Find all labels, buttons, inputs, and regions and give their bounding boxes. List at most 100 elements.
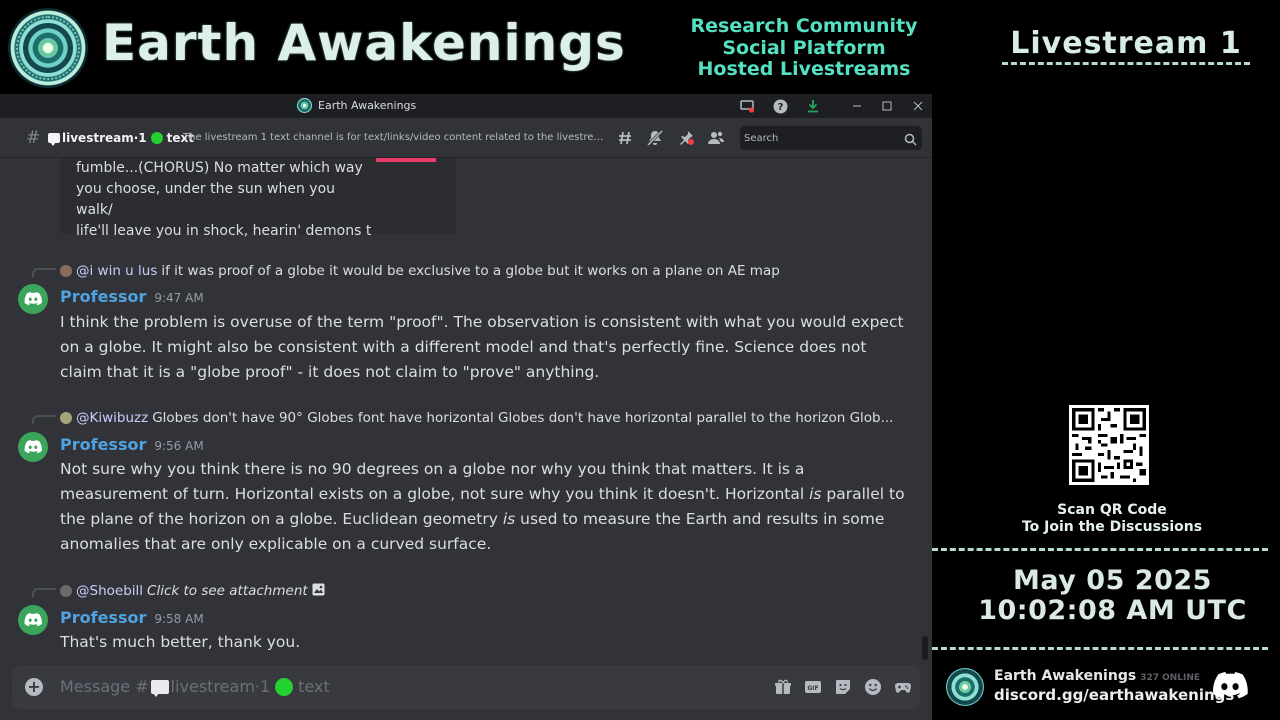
search-bar[interactable] xyxy=(740,126,922,150)
gif-icon[interactable]: GIF xyxy=(804,678,822,696)
reply-mention[interactable]: @Shoebill xyxy=(76,583,143,599)
tagline-social: Social Platform xyxy=(722,36,886,59)
search-icon xyxy=(904,131,917,150)
author-name[interactable]: Professor xyxy=(60,435,146,454)
qr-caption-line-2: To Join the Discussions xyxy=(1021,519,1203,535)
speech-bubble-icon xyxy=(48,133,60,146)
date-divider-bottom xyxy=(932,647,1268,650)
avatar[interactable] xyxy=(18,432,48,462)
close-icon[interactable] xyxy=(909,97,927,115)
gift-icon[interactable] xyxy=(774,678,792,696)
reply-spine xyxy=(32,415,56,424)
image-icon xyxy=(312,583,325,600)
svg-text:?: ? xyxy=(777,102,783,113)
avatar[interactable] xyxy=(18,284,48,314)
search-input[interactable] xyxy=(744,129,894,147)
message-author: Professor 9:47 AM xyxy=(60,287,204,306)
author-name[interactable]: Professor xyxy=(60,287,146,306)
placeholder-channel: livestream·1 xyxy=(170,677,271,696)
channel-topic[interactable]: The livestream 1 text channel is for tex… xyxy=(183,132,607,143)
tagline-research: Research Community xyxy=(690,15,918,37)
reply-spine xyxy=(32,588,56,597)
reply-spine xyxy=(32,268,56,277)
window-title-text: Earth Awakenings xyxy=(318,99,417,112)
message-timestamp: 9:47 AM xyxy=(154,291,204,305)
embed-description: fumble...(CHORUS) No matter which way yo… xyxy=(76,158,376,242)
invite-link[interactable]: discord.gg/earthawakenings xyxy=(994,686,1234,704)
title-bar: Earth Awakenings ? xyxy=(0,94,932,118)
message-content: Not sure why you think there is no 90 de… xyxy=(60,457,910,557)
message-composer[interactable]: + Message # livestream·1 text GIF xyxy=(12,665,920,709)
emoji-icon[interactable] xyxy=(864,678,882,696)
reply-mention[interactable]: @i win u lus xyxy=(76,263,157,279)
date-divider-top xyxy=(932,548,1268,551)
server-icon xyxy=(946,668,984,706)
discord-logo-icon xyxy=(1212,672,1248,704)
embed-media-bar xyxy=(376,158,436,162)
mute-icon[interactable] xyxy=(645,128,665,148)
embed-line: fumble...(CHORUS) No matter which way xyxy=(76,160,363,176)
message-input[interactable]: Message # livestream·1 text xyxy=(60,677,330,697)
reply-text: Globes don't have 90° Globes font have h… xyxy=(152,410,894,426)
app-icon xyxy=(297,98,312,113)
message-author: Professor 9:58 AM xyxy=(60,608,204,627)
brand-title: Earth Awakenings xyxy=(102,14,626,72)
message-author: Professor 9:56 AM xyxy=(60,435,204,454)
green-circle-icon xyxy=(275,677,294,696)
sticker-icon[interactable] xyxy=(834,678,852,696)
discord-window: Earth Awakenings ? # livestream·1 text T… xyxy=(0,94,932,720)
message-emphasis: is xyxy=(502,510,516,528)
message-content: I think the problem is overuse of the te… xyxy=(60,313,904,381)
help-icon[interactable]: ? xyxy=(771,97,789,115)
activities-icon[interactable] xyxy=(894,678,912,696)
embed-card: fumble...(CHORUS) No matter which way yo… xyxy=(60,158,456,239)
embed-line: you choose, under the sun when you walk/ xyxy=(76,181,336,218)
qr-caption: Scan QR Code To Join the Discussions xyxy=(1000,502,1224,536)
reply-text: if it was proof of a globe it would be e… xyxy=(161,263,780,279)
window-title: Earth Awakenings xyxy=(297,98,416,113)
reply-avatar xyxy=(60,265,72,277)
scrollbar-thumb[interactable] xyxy=(922,636,928,660)
reply-avatar xyxy=(60,585,72,597)
screen-share-icon[interactable] xyxy=(738,97,756,115)
download-icon[interactable] xyxy=(804,97,822,115)
reply-reference[interactable]: @Shoebill Click to see attachment xyxy=(60,582,325,600)
reply-reference[interactable]: @Kiwibuzz Globes don't have 90° Globes f… xyxy=(60,409,896,427)
speech-bubble-icon xyxy=(150,679,169,697)
reply-mention[interactable]: @Kiwibuzz xyxy=(76,410,148,426)
placeholder-prefix: Message # xyxy=(60,677,149,696)
taglines: Research Community Social Platform Hoste… xyxy=(660,15,948,81)
author-name[interactable]: Professor xyxy=(60,608,146,627)
pin-icon[interactable] xyxy=(676,128,696,148)
threads-icon[interactable] xyxy=(615,128,635,148)
tagline-livestreams: Hosted Livestreams xyxy=(697,58,911,80)
message-emphasis: is xyxy=(809,485,822,503)
channel-header: # livestream·1 text The livestream 1 tex… xyxy=(0,118,932,158)
reply-reference[interactable]: @i win u lus if it was proof of a globe … xyxy=(60,262,780,280)
message-text-part: Not sure why you think there is no 90 de… xyxy=(60,460,810,503)
channel-hash-icon: # xyxy=(26,128,41,148)
maximize-icon[interactable] xyxy=(878,97,896,115)
reply-text: Click to see attachment xyxy=(147,583,308,599)
footer-server-name: Earth Awakenings xyxy=(994,668,1137,684)
qr-code[interactable] xyxy=(1069,405,1149,485)
reply-avatar xyxy=(60,412,72,424)
minimize-icon[interactable] xyxy=(848,97,866,115)
channel-name: livestream·1 text xyxy=(48,131,194,146)
earth-awakenings-logo xyxy=(10,10,86,86)
green-circle-icon xyxy=(150,132,163,144)
placeholder-suffix: text xyxy=(298,677,330,696)
message-timestamp: 9:56 AM xyxy=(154,439,204,453)
livestream-title: Livestream 1 xyxy=(1010,26,1242,61)
title-divider xyxy=(1002,62,1250,65)
channel-name-prefix: livestream·1 xyxy=(62,131,147,145)
datetime: May 05 2025 10:02:08 AM UTC xyxy=(950,566,1275,626)
upload-plus-icon[interactable]: + xyxy=(25,678,43,696)
footer-server: Earth Awakenings 327 ONLINE xyxy=(994,668,1200,684)
time: 10:02:08 AM UTC xyxy=(978,595,1247,626)
date: May 05 2025 xyxy=(1013,565,1212,596)
message-timestamp: 9:58 AM xyxy=(154,612,204,626)
embed-line: life'll leave you in shock, hearin' demo… xyxy=(76,223,372,239)
members-icon[interactable] xyxy=(706,128,726,148)
avatar[interactable] xyxy=(18,605,48,635)
